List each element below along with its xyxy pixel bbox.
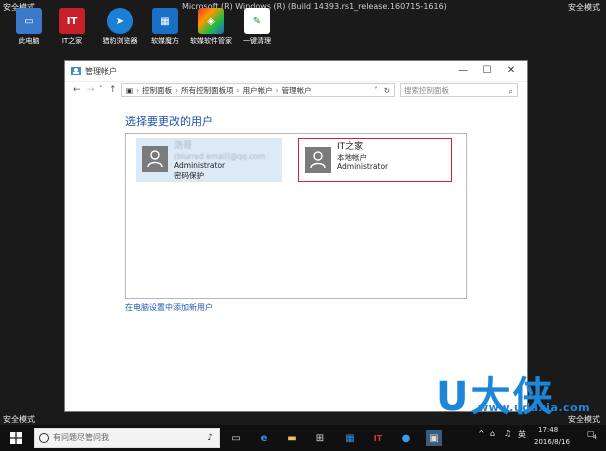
user-accounts-icon xyxy=(71,67,81,75)
search-placeholder: 搜索控制面板 xyxy=(404,86,449,95)
user-silhouette-icon xyxy=(147,150,163,168)
ithome-icon: IT xyxy=(59,8,85,34)
desktop-icon-browser[interactable]: ➤ 猎豹浏览器 xyxy=(95,8,145,46)
task-view-icon[interactable]: ▭ xyxy=(228,430,244,446)
desktop-icon-label: IT之家 xyxy=(61,37,83,45)
user-card-2[interactable]: IT之家 本地帐户 Administrator xyxy=(298,138,452,182)
browser-icon: ➤ xyxy=(107,8,133,34)
windows-start-icon[interactable] xyxy=(10,432,22,444)
forward-button[interactable]: → xyxy=(87,85,95,95)
cortana-search-box[interactable]: 有问题尽管问我 ♪ xyxy=(34,428,220,448)
desktop-icon-label: 软媒软件管家 xyxy=(190,37,232,45)
desktop-icon-ithome[interactable]: IT IT之家 xyxy=(47,8,97,46)
breadcrumb-manage-accounts[interactable]: 管理帐户 xyxy=(282,85,312,96)
safe-mode-label-bottom-left: 安全模式 xyxy=(3,415,35,424)
up-button[interactable]: ↑ xyxy=(109,85,117,95)
user-name: IT之家 xyxy=(337,142,364,152)
udaxia-watermark: U大侠 www.udaxia.com xyxy=(436,364,606,420)
computer-icon: ▭ xyxy=(16,8,42,34)
desktop-icon-label: 一键清理 xyxy=(243,37,271,45)
chevron-right-icon: › xyxy=(236,85,240,95)
user-role: Administrator xyxy=(337,162,389,171)
user-account-type: 本地帐户 xyxy=(337,152,367,162)
safe-mode-label-bottom-right: 安全模式 xyxy=(568,415,600,424)
avatar xyxy=(142,146,168,172)
user-role: Administrator xyxy=(174,161,226,170)
control-panel-icon: ▣ xyxy=(126,85,134,95)
breadcrumb-all-items[interactable]: 所有控制面板项 xyxy=(181,85,234,96)
search-control-panel-input[interactable]: 搜索控制面板 ⌕ xyxy=(400,83,518,97)
user-email: (blurred email)@qq.com xyxy=(174,151,266,161)
clock-time[interactable]: 17:48 xyxy=(538,426,558,434)
back-button[interactable]: ← xyxy=(73,85,81,95)
cube-icon: ▦ xyxy=(152,8,178,34)
cortana-placeholder: 有问题尽管问我 xyxy=(53,433,109,442)
tray-expand-icon[interactable]: ^ xyxy=(478,429,485,438)
page-heading: 选择要更改的用户 xyxy=(125,115,213,128)
search-icon[interactable]: ⌕ xyxy=(509,85,513,98)
clock-date[interactable]: 2016/8/16 xyxy=(534,438,570,446)
add-new-user-link[interactable]: 在电脑设置中添加新用户 xyxy=(125,302,213,313)
safe-mode-label-top-right: 安全模式 xyxy=(568,3,600,12)
microphone-icon[interactable]: ♪ xyxy=(207,429,213,447)
minimize-button[interactable]: — xyxy=(451,64,475,78)
user-card-1[interactable]: 浩哥 (blurred email)@qq.com Administrator … xyxy=(136,138,282,182)
user-silhouette-icon xyxy=(310,151,326,169)
desktop-icon-cleaner[interactable]: ✎ 一键清理 xyxy=(232,8,282,46)
edge-icon[interactable]: e xyxy=(256,430,272,446)
user-name: 浩哥 xyxy=(174,141,193,151)
address-box[interactable]: ▣ › 控制面板 › 所有控制面板项 › 用户帐户 › 管理帐户 ˅ ↻ xyxy=(121,83,395,97)
notification-count: 4 xyxy=(593,434,597,441)
desktop-icon-software-manager[interactable]: ◈ 软媒软件管家 xyxy=(186,8,236,46)
refresh-icon[interactable]: ↻ xyxy=(384,86,390,95)
title-bar[interactable]: 管理帐户 — ☐ ✕ xyxy=(65,61,527,82)
window-title: 管理帐户 xyxy=(85,67,117,76)
ithome-taskbar-icon[interactable]: IT xyxy=(370,430,386,446)
cleaner-icon: ✎ xyxy=(244,8,270,34)
chevron-right-icon: › xyxy=(136,85,140,95)
cortana-icon xyxy=(39,433,49,443)
desktop-icon-label: 软媒魔方 xyxy=(151,37,179,45)
taskbar: 有问题尽管问我 ♪ ▭ e ▬ ⊞ ▦ IT ● ▣ ^ ⌂ ♫ 英 17:48… xyxy=(0,425,606,451)
network-icon[interactable]: ⌂ xyxy=(490,429,495,438)
user-list-panel: 浩哥 (blurred email)@qq.com Administrator … xyxy=(125,133,467,299)
watermark-url: www.udaxia.com xyxy=(478,401,591,414)
chevron-right-icon: › xyxy=(275,85,279,95)
desktop-icon-label: 猎豹浏览器 xyxy=(102,37,138,45)
maximize-button[interactable]: ☐ xyxy=(475,64,499,78)
browser-taskbar-icon[interactable]: ● xyxy=(398,430,414,446)
desktop-icon-rubik-cube[interactable]: ▦ 软媒魔方 xyxy=(140,8,190,46)
control-panel-taskbar-icon[interactable]: ▣ xyxy=(426,430,442,446)
chevron-right-icon: › xyxy=(175,85,179,95)
breadcrumb-user-accounts[interactable]: 用户帐户 xyxy=(243,85,273,96)
address-dropdown-icon[interactable]: ˅ xyxy=(374,86,378,95)
address-bar-row: ← → ˅ ↑ ▣ › 控制面板 › 所有控制面板项 › 用户帐户 › 管理帐户… xyxy=(65,83,527,99)
breadcrumb-control-panel[interactable]: 控制面板 xyxy=(142,85,172,96)
software-manager-icon: ◈ xyxy=(198,8,224,34)
close-button[interactable]: ✕ xyxy=(499,64,523,78)
store-icon[interactable]: ⊞ xyxy=(312,430,328,446)
volume-icon[interactable]: ♫ xyxy=(504,429,511,438)
user-password-status: 密码保护 xyxy=(174,170,204,180)
rubik-cube-taskbar-icon[interactable]: ▦ xyxy=(342,430,358,446)
avatar xyxy=(305,147,331,173)
recent-locations-dropdown[interactable]: ˅ xyxy=(99,85,103,93)
file-explorer-icon[interactable]: ▬ xyxy=(284,430,300,446)
manage-accounts-window: 管理帐户 — ☐ ✕ ← → ˅ ↑ ▣ › 控制面板 › 所有控制面板项 › … xyxy=(64,60,528,412)
input-language[interactable]: 英 xyxy=(518,429,526,440)
